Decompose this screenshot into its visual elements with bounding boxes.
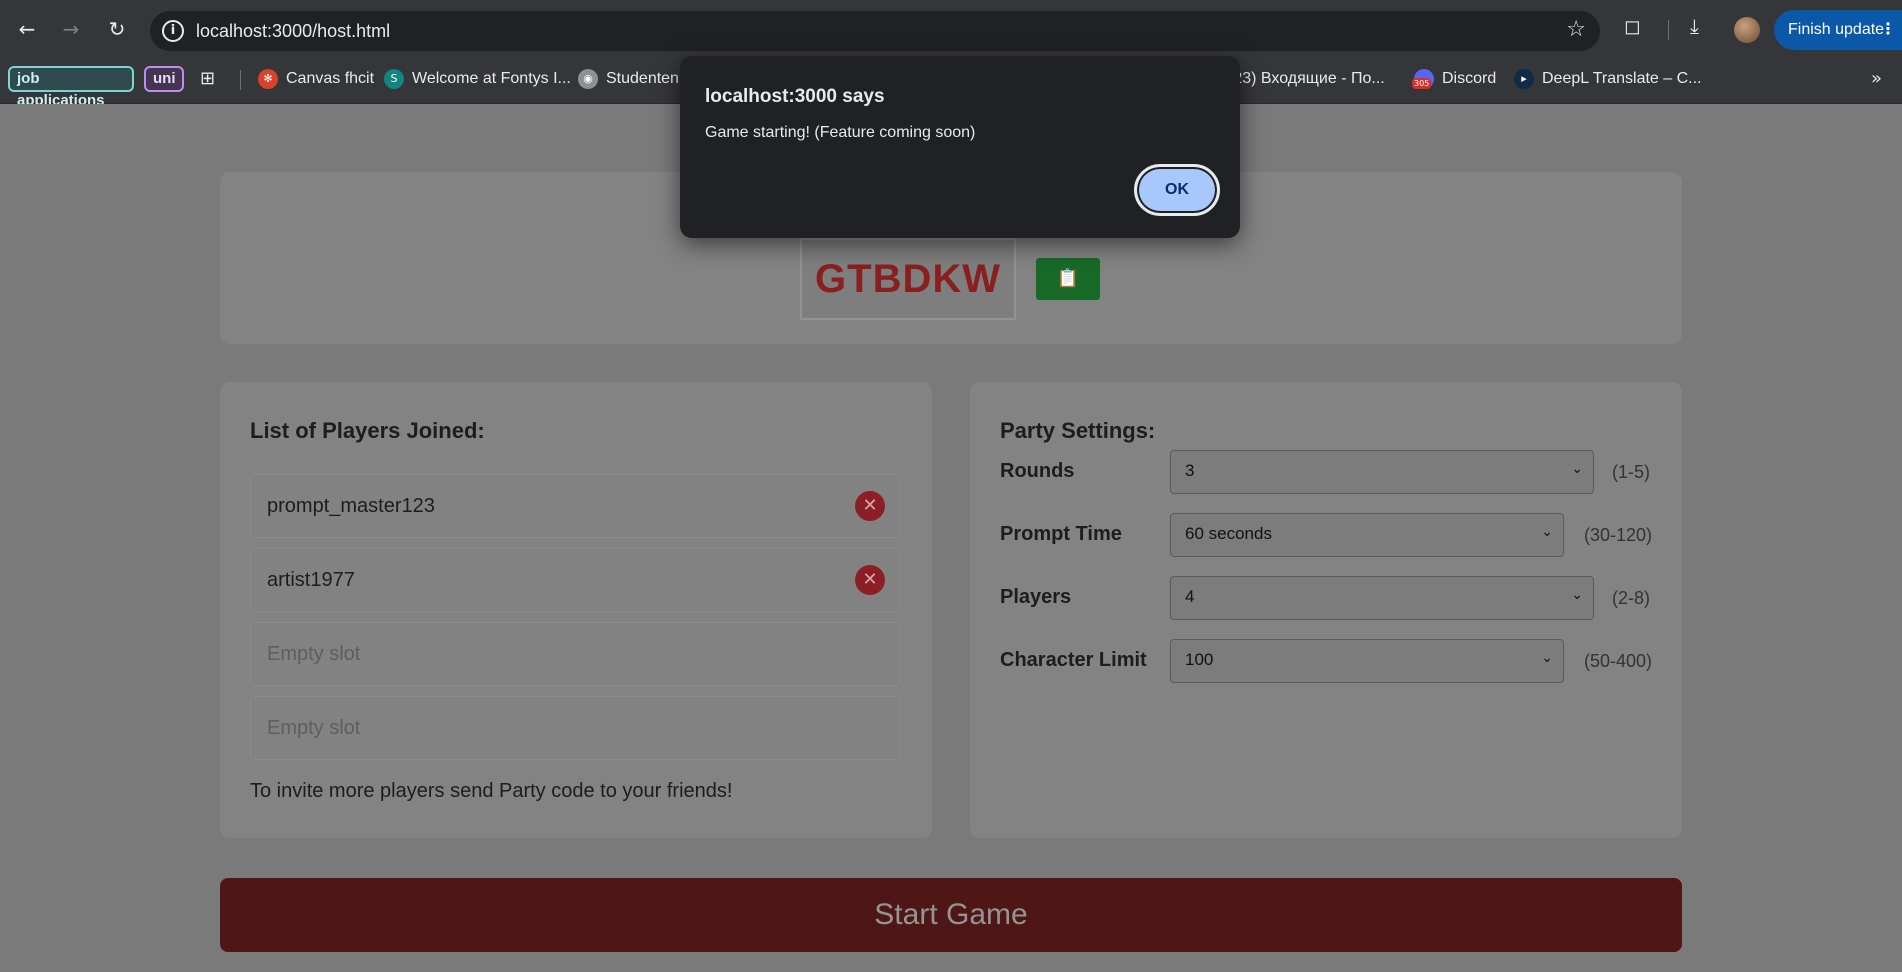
bookmark-deepl[interactable]: ▸ DeepL Translate – C... [1514, 66, 1702, 92]
bookmark-group-uni[interactable]: uni [144, 66, 184, 92]
invite-text: To invite more players send Party code t… [250, 780, 733, 802]
remove-player-button[interactable]: ✕ [855, 565, 885, 595]
bookmark-discord[interactable]: 305 Discord [1412, 66, 1497, 92]
close-icon: ✕ [862, 569, 878, 590]
dialog-title: localhost:3000 says [705, 86, 885, 107]
clipboard-icon: 📋 [1056, 268, 1080, 289]
players-title: List of Players Joined: [250, 418, 485, 443]
select-value: 60 seconds [1185, 524, 1272, 543]
finish-update-label: Finish update [1788, 21, 1885, 38]
player-slot-empty: Empty slot [250, 622, 900, 686]
bookmark-label: (23) Входящие - По... [1228, 70, 1385, 87]
character-limit-select[interactable]: 100 ⌄ [1170, 639, 1564, 683]
back-icon[interactable]: ← [12, 14, 42, 44]
more-menu-icon[interactable]: ⋮ [1880, 10, 1896, 50]
address-bar[interactable]: i localhost:3000/host.html ☆ [150, 11, 1600, 51]
bookmark-label: DeepL Translate – C... [1542, 70, 1702, 87]
finish-update-button[interactable]: Finish update ⋮ [1774, 10, 1902, 50]
discord-badge: 305 [1412, 78, 1432, 89]
bookmark-label: Welcome at Fontys I... [412, 70, 571, 87]
empty-slot-label: Empty slot [267, 643, 361, 665]
alert-dialog: localhost:3000 says Game starting! (Feat… [680, 56, 1240, 238]
apps-grid-icon[interactable]: ⊞ [200, 66, 215, 92]
chevron-down-icon: ⌄ [1541, 650, 1553, 666]
close-icon: ✕ [862, 495, 878, 516]
setting-label-prompt-time: Prompt Time [1000, 523, 1122, 545]
party-code: GTBDKW [800, 238, 1016, 320]
deepl-icon: ▸ [1514, 69, 1534, 89]
bookmark-star-icon[interactable]: ☆ [1566, 17, 1586, 42]
copy-code-button[interactable]: 📋 [1036, 258, 1100, 300]
bookmark-label: Canvas fhcit [286, 70, 375, 87]
player-name: artist1977 [267, 569, 355, 591]
settings-card: Party Settings: Rounds 3 ⌄ (1-5) Prompt … [970, 382, 1682, 838]
settings-title: Party Settings: [1000, 418, 1156, 443]
setting-label-character-limit: Character Limit [1000, 649, 1147, 671]
extensions-icon[interactable]: ◻ [1624, 14, 1641, 38]
profile-avatar[interactable] [1734, 17, 1760, 43]
select-value: 100 [1185, 650, 1214, 669]
select-value: 4 [1185, 587, 1195, 606]
chevron-down-icon: ⌄ [1541, 524, 1553, 540]
bookmarks-divider [240, 70, 241, 90]
bookmark-label: Studentenp [606, 70, 688, 87]
url-text[interactable]: localhost:3000/host.html [196, 21, 390, 42]
discord-icon: 305 [1412, 69, 1434, 89]
browser-toolbar: ← → ↻ i localhost:3000/host.html ☆ ◻ ⤓ F… [0, 0, 1902, 60]
player-name: prompt_master123 [267, 495, 435, 517]
chevron-down-icon: ⌄ [1571, 587, 1583, 603]
players-select[interactable]: 4 ⌄ [1170, 576, 1594, 620]
bookmark-fontys[interactable]: S Welcome at Fontys I... [384, 66, 571, 92]
bookmark-canvas[interactable]: ✻ Canvas fhcit [258, 66, 374, 92]
toolbar-divider [1668, 20, 1669, 40]
prompt-time-select[interactable]: 60 seconds ⌄ [1170, 513, 1564, 557]
globe-icon: ◉ [578, 69, 598, 89]
player-slot: artist1977 ✕ [250, 548, 900, 612]
setting-range-players: (2-8) [1612, 588, 1651, 608]
bookmark-group-job-applications[interactable]: job applications [8, 66, 134, 109]
canvas-icon: ✻ [258, 69, 278, 89]
select-value: 3 [1185, 461, 1195, 480]
sharepoint-icon: S [384, 69, 404, 89]
chevron-down-icon: ⌄ [1571, 461, 1583, 477]
player-slot-empty: Empty slot [250, 696, 900, 760]
setting-range-rounds: (1-5) [1612, 462, 1651, 482]
ok-button[interactable]: OK [1134, 164, 1220, 216]
setting-label-rounds: Rounds [1000, 460, 1075, 482]
start-game-button[interactable]: Start Game [220, 878, 1682, 952]
forward-icon[interactable]: → [56, 14, 86, 44]
bookmark-mail[interactable]: (23) Входящие - По... [1228, 66, 1385, 92]
bookmarks-overflow-icon[interactable]: » [1871, 68, 1882, 89]
setting-label-players: Players [1000, 586, 1072, 608]
download-icon[interactable]: ⤓ [1690, 14, 1699, 38]
setting-range-prompt-time: (30-120) [1584, 525, 1653, 545]
bookmark-studentenp[interactable]: ◉ Studentenp [578, 66, 688, 92]
remove-player-button[interactable]: ✕ [855, 491, 885, 521]
setting-range-character-limit: (50-400) [1584, 651, 1653, 671]
player-slot: prompt_master123 ✕ [250, 474, 900, 538]
dialog-message: Game starting! (Feature coming soon) [705, 124, 976, 141]
players-card: List of Players Joined: prompt_master123… [220, 382, 932, 838]
reload-icon[interactable]: ↻ [102, 14, 132, 44]
rounds-select[interactable]: 3 ⌄ [1170, 450, 1594, 494]
empty-slot-label: Empty slot [267, 717, 361, 739]
bookmark-label: Discord [1442, 70, 1497, 87]
site-info-icon[interactable]: i [162, 20, 184, 42]
